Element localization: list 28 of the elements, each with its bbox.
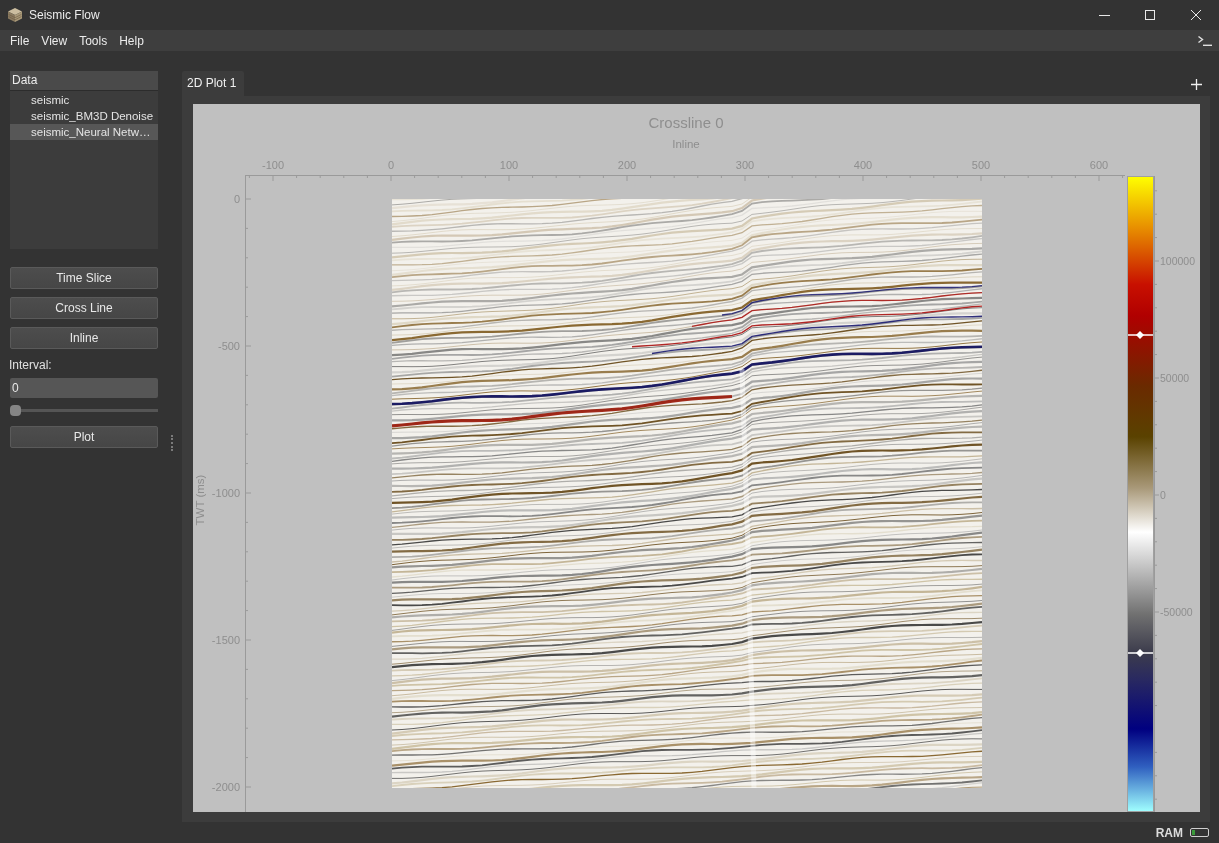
data-item[interactable]: seismic [10,92,158,108]
add-tab-button[interactable] [1191,78,1202,90]
slider-thumb[interactable] [10,405,21,416]
data-item[interactable]: seismic_Neural Netw… [10,124,158,140]
plot-tab[interactable]: 2D Plot 1 [182,71,245,96]
ram-label: RAM [1155,825,1183,840]
slice-button[interactable]: Time Slice [10,267,158,289]
colorbar-handle[interactable] [1127,649,1154,657]
menu-item[interactable]: Tools [73,33,114,48]
list-header: Data [10,71,158,91]
minimize-icon [1098,14,1110,16]
colorbar-handle[interactable] [1127,331,1154,339]
data-item[interactable]: seismic_BM3D Denoise [10,108,158,124]
interval-field[interactable]: 0 [10,378,158,398]
slice-button[interactable]: Inline [10,327,158,349]
interval-label: Interval: [9,358,52,372]
close-icon [1191,10,1201,20]
plot-button[interactable]: Plot [10,426,158,448]
maximize-icon [1145,10,1155,20]
window-title: Seismic Flow [29,8,100,22]
plus-icon [1191,78,1202,90]
menu-item[interactable]: View [35,33,74,48]
cube-icon [8,8,22,22]
terminal-icon[interactable] [1198,36,1212,46]
menu-item[interactable]: Help [113,33,150,48]
menu-item[interactable]: File [4,33,36,48]
splitter-handle[interactable] [171,435,173,451]
slice-button[interactable]: Cross Line [10,297,158,319]
